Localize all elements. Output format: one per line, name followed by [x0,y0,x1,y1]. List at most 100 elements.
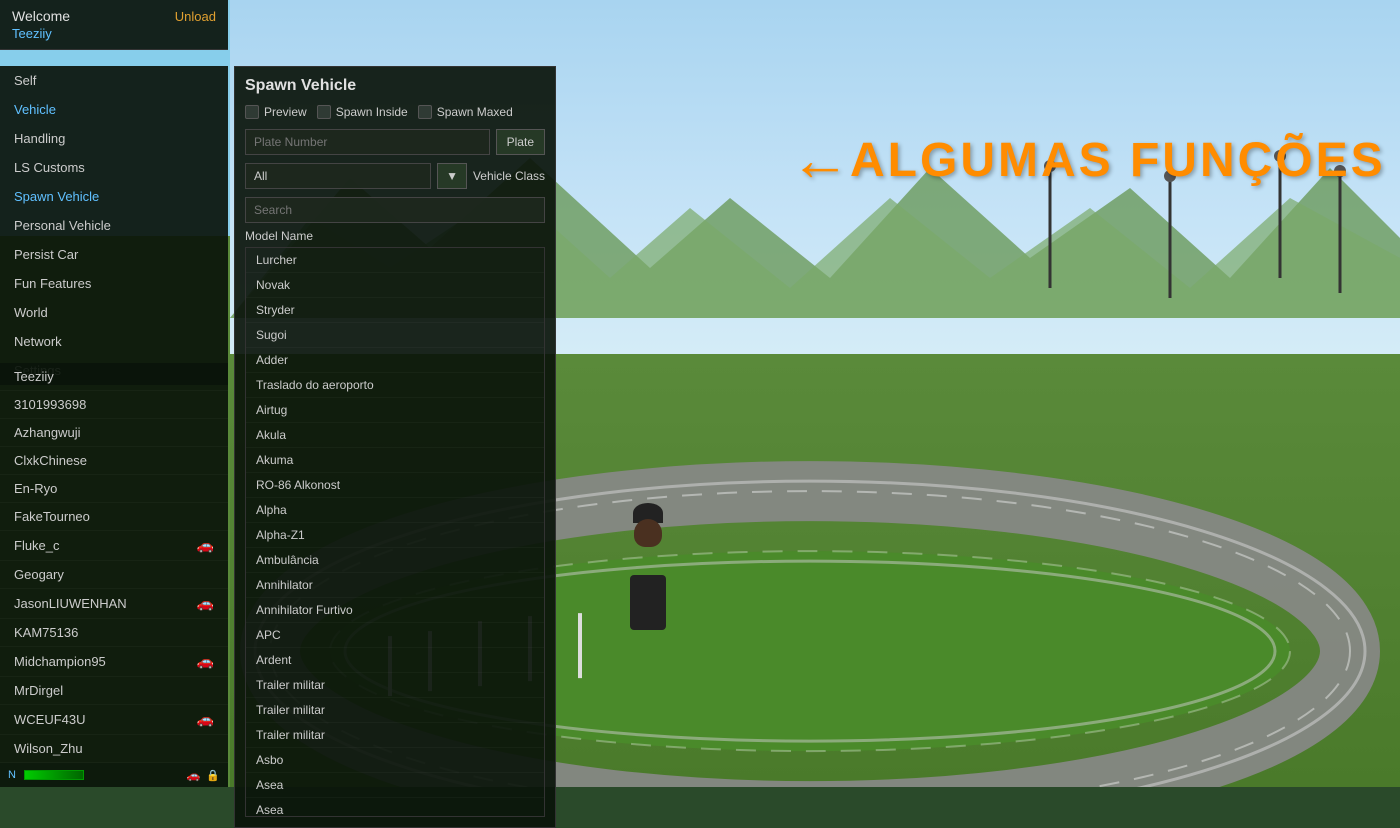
vehicle-item[interactable]: Annihilator Furtivo [246,598,544,623]
player-name: FakeTourneo [14,509,90,524]
spawn-panel-title: Spawn Vehicle [245,77,545,95]
vehicle-item[interactable]: Annihilator [246,573,544,598]
car-status-icon: 🚗 [187,769,201,782]
nav-item-personal-vehicle[interactable]: Personal Vehicle [0,211,228,240]
nav-item-vehicle[interactable]: Vehicle [0,95,228,124]
player-name: Midchampion95 [14,654,106,669]
nav-item-persist-car[interactable]: Persist Car [0,240,228,269]
nav-item-spawn-vehicle[interactable]: Spawn Vehicle [0,182,228,211]
welcome-label: Welcome [12,8,70,24]
player-item[interactable]: 3101993698 [0,391,228,419]
player-name: JasonLIUWENHAN [14,596,127,611]
vehicle-item[interactable]: Stryder [246,298,544,323]
spawn-maxed-toggle[interactable]: Spawn Maxed [418,105,513,119]
vehicle-item[interactable]: Sugoi [246,323,544,348]
players-panel: Teeziiy 3101993698 Azhangwuji ClxkChines… [0,363,228,763]
player-item[interactable]: Wilson_Zhu [0,735,228,763]
vehicle-item[interactable]: Trailer militar [246,698,544,723]
plate-row: Plate [245,129,545,155]
vehicle-item[interactable]: Asea [246,798,544,817]
vehicle-item[interactable]: Alpha-Z1 [246,523,544,548]
header-username: Teeziiy [12,26,216,41]
status-icons-right: 🚗 🔒 [187,769,220,782]
vehicle-class-label: Vehicle Class [473,169,545,183]
vehicle-item[interactable]: Novak [246,273,544,298]
search-input[interactable] [245,197,545,223]
player-item[interactable]: MrDirgel [0,677,228,705]
player-item[interactable]: Midchampion95 🚗 [0,647,228,677]
plate-button[interactable]: Plate [496,129,545,155]
player-name: Fluke_c [14,538,60,553]
spawn-inside-toggle[interactable]: Spawn Inside [317,105,408,119]
player-name: Teeziiy [14,369,54,384]
dropdown-arrow-icon[interactable]: ▼ [437,163,467,189]
player-name: Wilson_Zhu [14,741,83,756]
toggle-row: Preview Spawn Inside Spawn Maxed [245,105,545,119]
plate-number-input[interactable] [245,129,490,155]
vehicle-class-select[interactable]: All [245,163,431,189]
player-item[interactable]: Azhangwuji [0,419,228,447]
vehicle-item[interactable]: Ambulância [246,548,544,573]
vehicle-item[interactable]: Trailer militar [246,673,544,698]
annotation-text: ALGUMAS FUNÇÕES [850,133,1386,188]
vehicle-item[interactable]: Akula [246,423,544,448]
nav-item-network[interactable]: Network [0,327,228,356]
character [630,499,666,602]
status-n-icon: N [8,769,16,781]
nav-item-handling[interactable]: Handling [0,124,228,153]
annotation-arrow: ← [790,130,850,190]
player-item[interactable]: JasonLIUWENHAN 🚗 [0,589,228,619]
preview-checkbox[interactable] [245,105,259,119]
player-item[interactable]: KAM75136 [0,619,228,647]
vehicle-icon: 🚗 [197,537,214,554]
player-name: 3101993698 [14,397,86,412]
vehicle-icon: 🚗 [197,653,214,670]
vehicle-item[interactable]: Traslado do aeroporto [246,373,544,398]
vehicle-item[interactable]: APC [246,623,544,648]
nav-item-ls-customs[interactable]: LS Customs [0,153,228,182]
player-item[interactable]: En-Ryo [0,475,228,503]
unload-button[interactable]: Unload [175,9,216,24]
spawn-vehicle-panel: Spawn Vehicle Preview Spawn Inside Spawn… [234,66,556,828]
vehicle-item[interactable]: Lurcher [246,248,544,273]
preview-toggle[interactable]: Preview [245,105,307,119]
player-name: Azhangwuji [14,425,81,440]
welcome-panel: Welcome Unload Teeziiy [0,0,228,50]
vehicle-item[interactable]: Alpha [246,498,544,523]
player-item[interactable]: ClxkChinese [0,447,228,475]
vehicle-list: Lurcher Novak Stryder Sugoi Adder Trasla… [245,247,545,817]
annotation-overlay: ← ALGUMAS FUNÇÕES [790,130,1386,190]
vehicle-item[interactable]: Asea [246,773,544,798]
player-item[interactable]: FakeTourneo [0,503,228,531]
vehicle-icon: 🚗 [197,595,214,612]
vehicle-item[interactable]: Akuma [246,448,544,473]
player-name: MrDirgel [14,683,63,698]
player-name: ClxkChinese [14,453,87,468]
vehicle-item[interactable]: Ardent [246,648,544,673]
spawn-maxed-checkbox[interactable] [418,105,432,119]
player-item[interactable]: WCEUF43U 🚗 [0,705,228,735]
player-item[interactable]: Fluke_c 🚗 [0,531,228,561]
health-bar [24,770,84,780]
vehicle-item[interactable]: Adder [246,348,544,373]
lock-status-icon: 🔒 [206,769,220,782]
spawn-inside-checkbox[interactable] [317,105,331,119]
nav-item-world[interactable]: World [0,298,228,327]
spawn-inside-label: Spawn Inside [336,105,408,119]
nav-item-self[interactable]: Self [0,66,228,95]
nav-item-fun-features[interactable]: Fun Features [0,269,228,298]
player-item[interactable]: Geogary [0,561,228,589]
vehicle-icon: 🚗 [197,711,214,728]
vehicle-item[interactable]: RO-86 Alkonost [246,473,544,498]
model-name-label: Model Name [245,229,545,243]
vehicle-item[interactable]: Asbo [246,748,544,773]
player-name: En-Ryo [14,481,57,496]
spawn-maxed-label: Spawn Maxed [437,105,513,119]
filter-row: All ▼ Vehicle Class [245,163,545,189]
vehicle-item[interactable]: Trailer militar [246,723,544,748]
player-name: KAM75136 [14,625,78,640]
player-item[interactable]: Teeziiy [0,363,228,391]
vehicle-item[interactable]: Airtug [246,398,544,423]
preview-label: Preview [264,105,307,119]
status-bar: N 🚗 🔒 [0,763,228,787]
